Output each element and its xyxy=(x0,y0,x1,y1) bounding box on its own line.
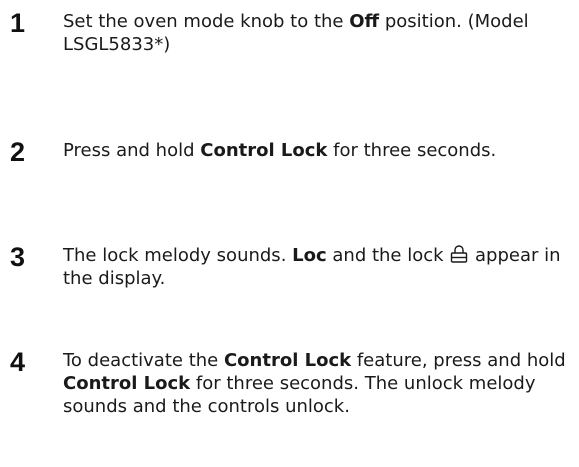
text-segment: Set the oven mode knob to the xyxy=(63,11,350,32)
lock-icon xyxy=(449,244,469,264)
step-number: 3 xyxy=(10,242,26,272)
step-text: To deactivate the Control Lock feature, … xyxy=(63,349,568,418)
text-segment-bold: Off xyxy=(349,11,380,32)
text-segment: To deactivate the xyxy=(63,350,224,371)
step-text: Set the oven mode knob to the Off positi… xyxy=(63,10,568,56)
step-number: 4 xyxy=(10,347,26,377)
step-number: 2 xyxy=(10,137,26,167)
step-text: The lock melody sounds. Loc and the lock… xyxy=(63,244,568,290)
text-segment-bold: Control Lock xyxy=(200,140,328,161)
text-segment-bold: Loc xyxy=(292,245,327,266)
text-segment: Press and hold xyxy=(63,140,201,161)
text-segment: The lock melody sounds. xyxy=(63,245,293,266)
text-segment: for three seconds. xyxy=(327,140,497,161)
text-segment-bold: Control Lock xyxy=(63,373,191,394)
text-segment: and the lock xyxy=(326,245,450,266)
step-number: 1 xyxy=(10,8,26,38)
text-segment-bold: Control Lock xyxy=(223,350,352,371)
text-segment: feature, press and hold xyxy=(351,350,566,371)
step-text: Press and hold Control Lock for three se… xyxy=(63,139,568,162)
